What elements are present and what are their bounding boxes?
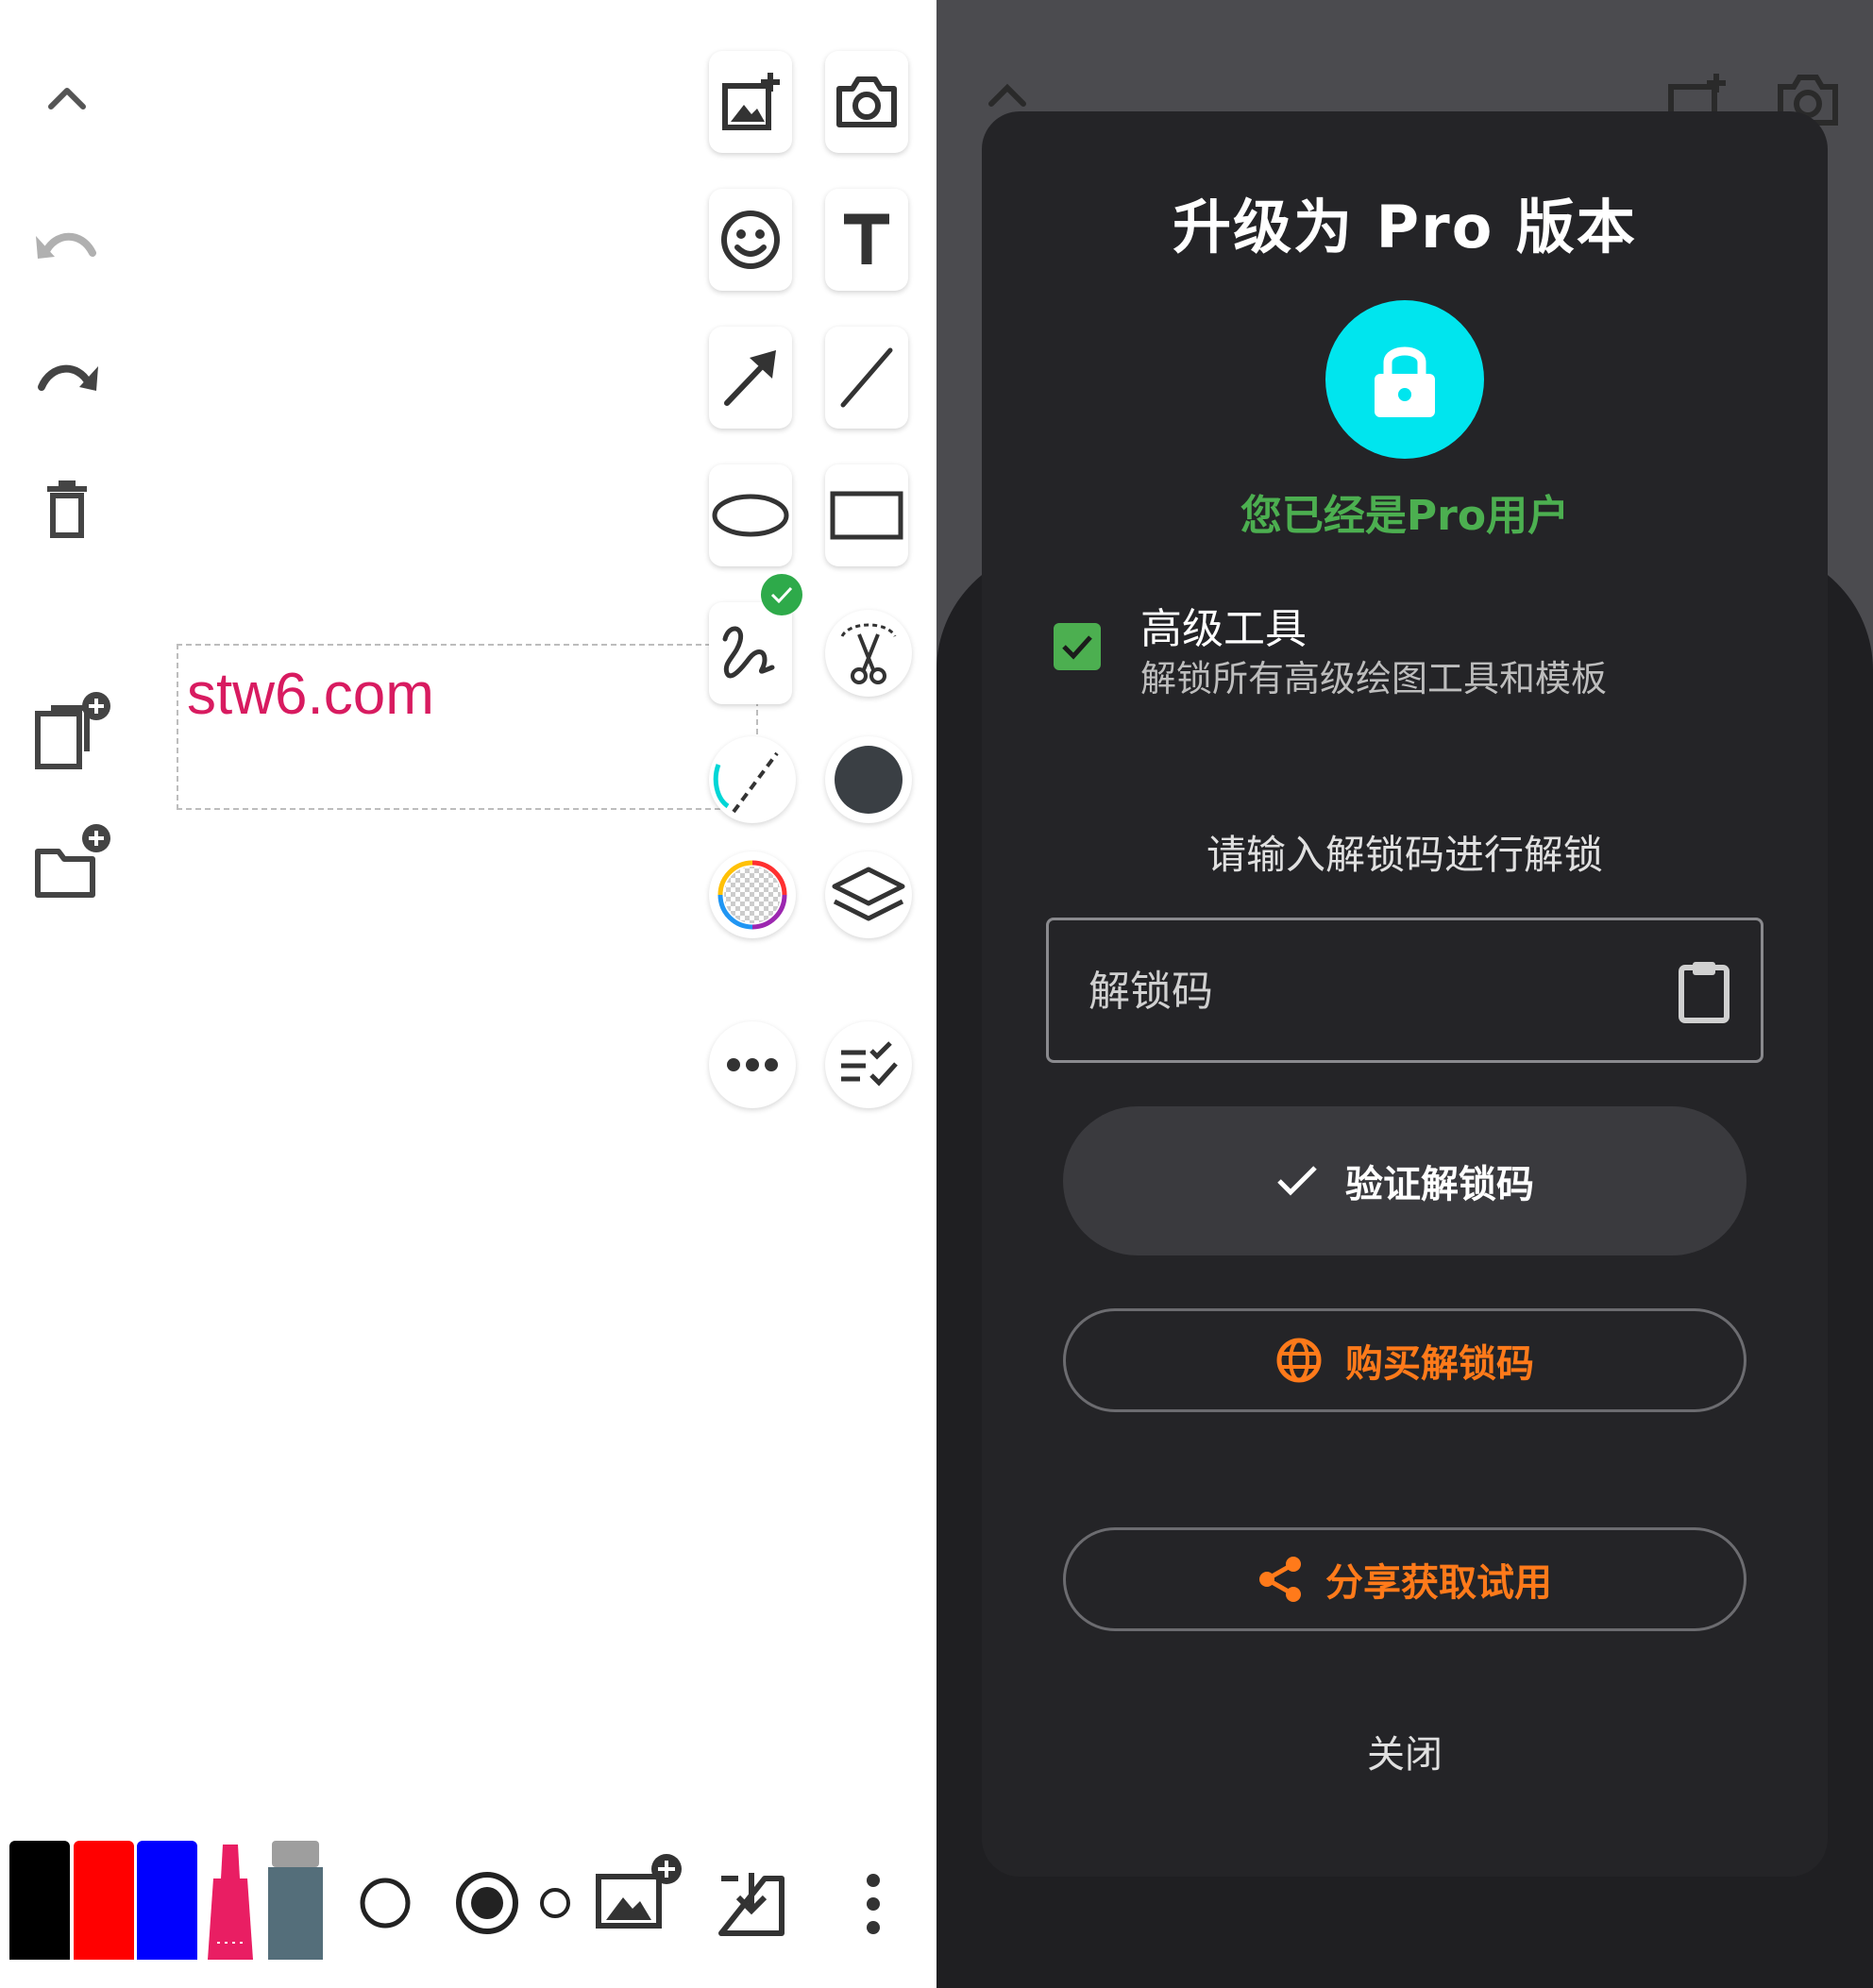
- add-image-tool[interactable]: [709, 51, 792, 153]
- check-icon: [1277, 1166, 1317, 1196]
- camera-icon: [836, 76, 897, 127]
- lasso-cut-tool[interactable]: [825, 610, 912, 697]
- buy-label: 购买解锁码: [1345, 1342, 1534, 1386]
- freehand-tool[interactable]: [709, 602, 792, 704]
- blue-pen[interactable]: [137, 1841, 197, 1960]
- emoji-tool[interactable]: [709, 189, 792, 291]
- add-image-icon: [596, 1854, 682, 1929]
- download-icon: [718, 1873, 785, 1936]
- feature-description: 解锁所有高级绘图工具和模板: [1140, 658, 1608, 699]
- circle-outline-icon: [360, 1878, 411, 1929]
- unlock-code-field[interactable]: [1046, 918, 1763, 1063]
- black-pen[interactable]: [9, 1841, 70, 1960]
- delete-button[interactable]: [25, 466, 110, 551]
- paste-button[interactable]: [1674, 958, 1734, 1024]
- check-icon: [1062, 635, 1092, 660]
- share-icon: [1259, 1557, 1301, 1602]
- text-icon: [844, 213, 889, 264]
- more-vertical-icon: [867, 1874, 880, 1934]
- lock-badge: [1325, 300, 1484, 459]
- add-image-icon: [722, 73, 780, 130]
- scissors-icon: [840, 623, 897, 684]
- text-tool[interactable]: [825, 189, 908, 291]
- redo-icon: [38, 364, 98, 391]
- bottom-toolbar: [0, 1831, 936, 1988]
- lock-icon: [1375, 346, 1435, 417]
- ellipse-icon: [712, 494, 789, 537]
- add-folder-icon: [35, 824, 110, 898]
- share-trial-button[interactable]: 分享获取试用: [1063, 1527, 1746, 1631]
- check-icon: [770, 586, 793, 604]
- unlock-prompt: 请输入解锁码进行解锁: [1206, 832, 1603, 878]
- stroke-size-selected[interactable]: [453, 1869, 521, 1937]
- small-circle-icon: [540, 1888, 570, 1918]
- canvas-text[interactable]: stw6.com: [187, 661, 434, 728]
- verify-code-button[interactable]: 验证解锁码: [1063, 1106, 1746, 1255]
- pro-status-text: 您已经是Pro用户: [1240, 492, 1570, 540]
- verify-label: 验证解锁码: [1345, 1163, 1534, 1206]
- line-tool[interactable]: [825, 327, 908, 429]
- arrow-tool[interactable]: [709, 327, 792, 429]
- buy-code-button[interactable]: 购买解锁码: [1063, 1308, 1746, 1412]
- stroke-size-small[interactable]: [536, 1884, 574, 1922]
- color-picker-tool[interactable]: [709, 851, 796, 938]
- layers-icon: [832, 867, 905, 921]
- share-label: 分享获取试用: [1325, 1561, 1552, 1605]
- squiggle-icon: [722, 626, 775, 679]
- color-dot-icon: [835, 746, 903, 814]
- add-page-icon: [35, 692, 110, 769]
- more-horizontal-icon: [727, 1058, 778, 1071]
- undo-icon: [36, 232, 96, 259]
- camera-tool[interactable]: [825, 51, 908, 153]
- selected-check-badge: [761, 574, 802, 615]
- arrow-icon: [724, 350, 776, 406]
- highlighter[interactable]: [200, 1841, 261, 1960]
- layers-tool[interactable]: [825, 851, 912, 938]
- color-wheel-icon: [717, 860, 787, 930]
- rectangle-tool[interactable]: [825, 464, 908, 566]
- close-button[interactable]: 关闭: [982, 1724, 1828, 1778]
- clipboard-icon: [1679, 962, 1730, 1023]
- new-folder-button[interactable]: [25, 819, 119, 914]
- chevron-up-icon: [988, 83, 1026, 107]
- dashed-stroke-tool[interactable]: [709, 736, 796, 823]
- rectangle-icon: [830, 491, 903, 540]
- insert-image-button[interactable]: [593, 1848, 687, 1943]
- fill-color-tool[interactable]: [825, 736, 912, 823]
- chevron-up-icon: [48, 88, 86, 110]
- dialog-title: 升级为 Pro 版本: [1173, 193, 1637, 261]
- radio-selected-icon: [456, 1872, 518, 1934]
- more-tools-button[interactable]: [709, 1021, 796, 1108]
- collapse-button[interactable]: [25, 55, 110, 140]
- feature-checkbox[interactable]: [1054, 623, 1101, 670]
- line-icon: [840, 347, 893, 408]
- checklist-tool[interactable]: [825, 1021, 912, 1108]
- drawing-app-light: stw6.com: [0, 0, 936, 1988]
- highlighter-icon: [208, 1845, 253, 1960]
- checklist-icon: [841, 1041, 898, 1087]
- eraser[interactable]: [266, 1841, 325, 1960]
- dashed-line-icon: [713, 751, 779, 814]
- smiley-icon: [721, 211, 780, 269]
- unlock-code-input[interactable]: [1087, 920, 1657, 1062]
- redo-button[interactable]: [25, 334, 110, 419]
- stroke-size-large[interactable]: [357, 1875, 413, 1931]
- overflow-menu-button[interactable]: [850, 1871, 897, 1937]
- undo-button[interactable]: [25, 202, 110, 287]
- globe-icon: [1276, 1338, 1322, 1383]
- save-download-button[interactable]: [714, 1865, 789, 1941]
- new-page-button[interactable]: [25, 689, 119, 783]
- trash-icon: [47, 480, 87, 538]
- ellipse-tool[interactable]: [709, 464, 792, 566]
- red-pen[interactable]: [74, 1841, 134, 1960]
- feature-title: 高级工具: [1140, 605, 1307, 653]
- eraser-icon: [268, 1841, 323, 1960]
